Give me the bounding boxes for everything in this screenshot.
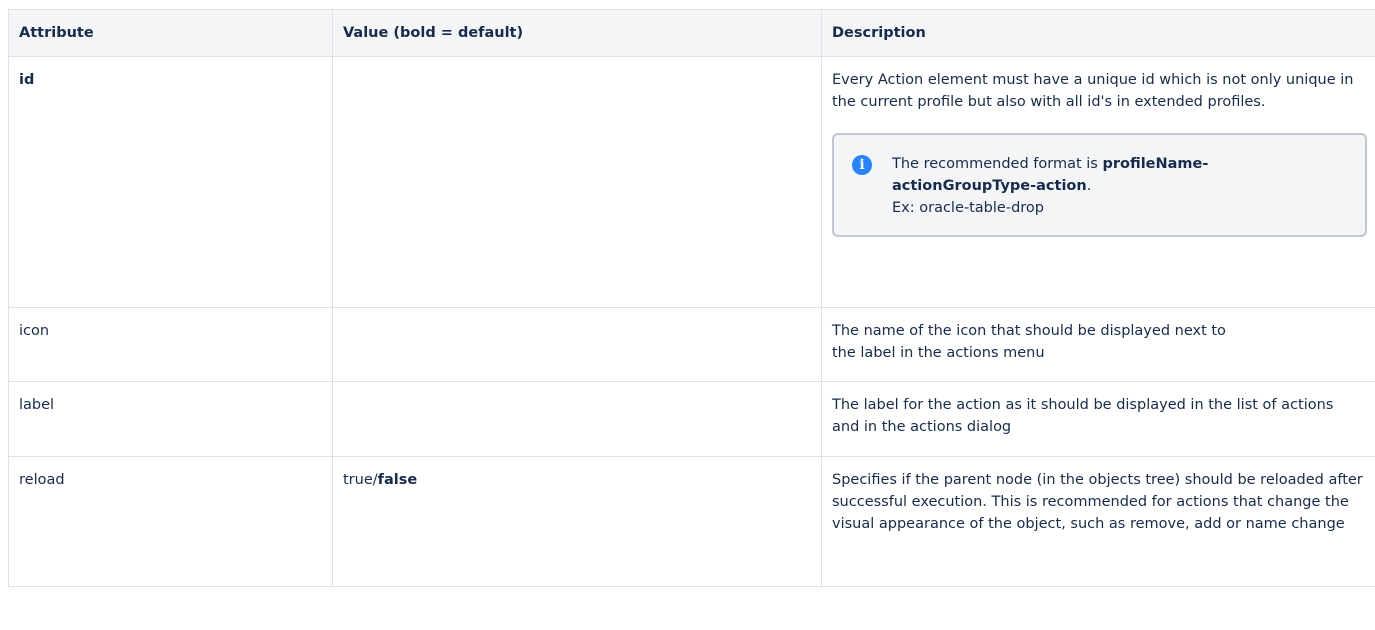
description-cell: The label for the action as it should be…	[821, 381, 1375, 457]
attributes-table-container: Attribute Value (bold = default) Descrip…	[8, 9, 1375, 587]
value-cell	[332, 307, 822, 382]
value-cell	[332, 381, 822, 457]
table-row: label The label for the action as it sho…	[8, 381, 1375, 457]
value-cell: true/false	[332, 456, 822, 587]
info-intro: The recommended format is	[892, 156, 1103, 172]
table-row: icon The name of the icon that should be…	[8, 307, 1375, 382]
description-line: The name of the icon that should be disp…	[832, 323, 1226, 339]
value-cell	[332, 56, 822, 308]
description-cell: Specifies if the parent node (in the obj…	[821, 456, 1375, 587]
info-panel: i The recommended format is profileName-…	[832, 133, 1367, 237]
header-description: Description	[821, 9, 1375, 57]
info-example: Ex: oracle-table-drop	[892, 200, 1044, 216]
description-cell: The name of the icon that should be disp…	[821, 307, 1375, 382]
header-attribute: Attribute	[8, 9, 333, 57]
table-row: id Every Action element must have a uniq…	[8, 56, 1375, 308]
info-icon: i	[852, 155, 872, 175]
attribute-cell: reload	[8, 456, 333, 587]
attribute-cell: id	[8, 56, 333, 308]
attributes-table: Attribute Value (bold = default) Descrip…	[8, 9, 1375, 587]
table-header-row: Attribute Value (bold = default) Descrip…	[8, 9, 1375, 57]
description-line: the label in the actions menu	[832, 345, 1045, 361]
header-value: Value (bold = default)	[332, 9, 822, 57]
attribute-cell: label	[8, 381, 333, 457]
info-format-line: The recommended format is profileName-ac…	[892, 153, 1349, 197]
info-period: .	[1086, 178, 1092, 194]
attribute-name: id	[19, 72, 35, 88]
description-text: Every Action element must have a unique …	[832, 72, 1354, 110]
value-options: true/	[343, 472, 378, 488]
info-text: The recommended format is profileName-ac…	[892, 153, 1349, 219]
description-cell: Every Action element must have a unique …	[821, 56, 1375, 308]
table-row: reload true/false Specifies if the paren…	[8, 456, 1375, 587]
value-default: false	[377, 472, 418, 488]
attribute-cell: icon	[8, 307, 333, 382]
